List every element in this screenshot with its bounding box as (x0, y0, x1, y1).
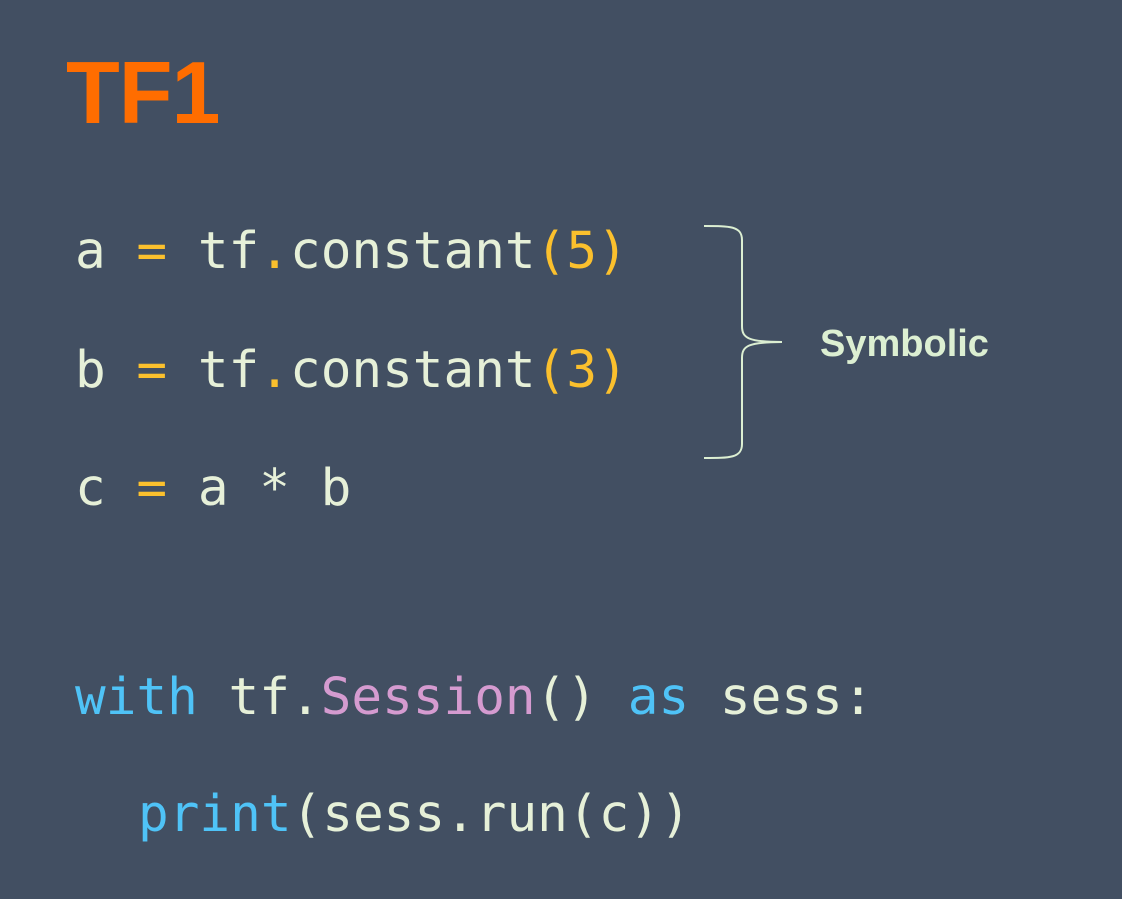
code-token: (sess.run(c)) (291, 785, 691, 844)
code-token: ( (535, 341, 567, 400)
code-token: ) (597, 341, 628, 400)
code-line-5: print(sess.run(c)) (138, 785, 691, 845)
code-token: = (105, 222, 198, 281)
code-token: as (627, 668, 690, 727)
code-token: with (75, 668, 198, 727)
code-token: () (535, 668, 598, 727)
code-token: ( (535, 222, 567, 281)
code-token: . (259, 341, 290, 400)
code-line-2: b = tf.constant(3) (75, 341, 628, 401)
code-token: constant (289, 222, 536, 281)
code-token: Session (320, 668, 536, 727)
code-token: c (75, 459, 106, 518)
code-token: constant (289, 341, 536, 400)
code-token: ) (597, 222, 628, 281)
code-line-1: a = tf.constant(5) (75, 222, 628, 282)
code-token: tf (197, 341, 260, 400)
code-line-3: c = a * b (75, 459, 351, 519)
code-token: tf. (228, 668, 321, 727)
code-token: = (105, 341, 198, 400)
slide-title: TF1 (66, 43, 220, 142)
code-line-4: with tf.Session() as sess: (75, 668, 873, 728)
code-token: 5 (566, 222, 598, 281)
code-token: a (75, 222, 106, 281)
code-token: 3 (566, 341, 598, 400)
code-token: b (75, 341, 106, 400)
code-token: print (138, 785, 292, 844)
code-token: = (105, 459, 198, 518)
curly-brace-icon (703, 225, 783, 459)
symbolic-label: Symbolic (820, 323, 989, 365)
code-token: . (259, 222, 290, 281)
code-token: a * b (197, 459, 352, 518)
code-token: tf (197, 222, 260, 281)
code-token: sess: (689, 668, 874, 727)
